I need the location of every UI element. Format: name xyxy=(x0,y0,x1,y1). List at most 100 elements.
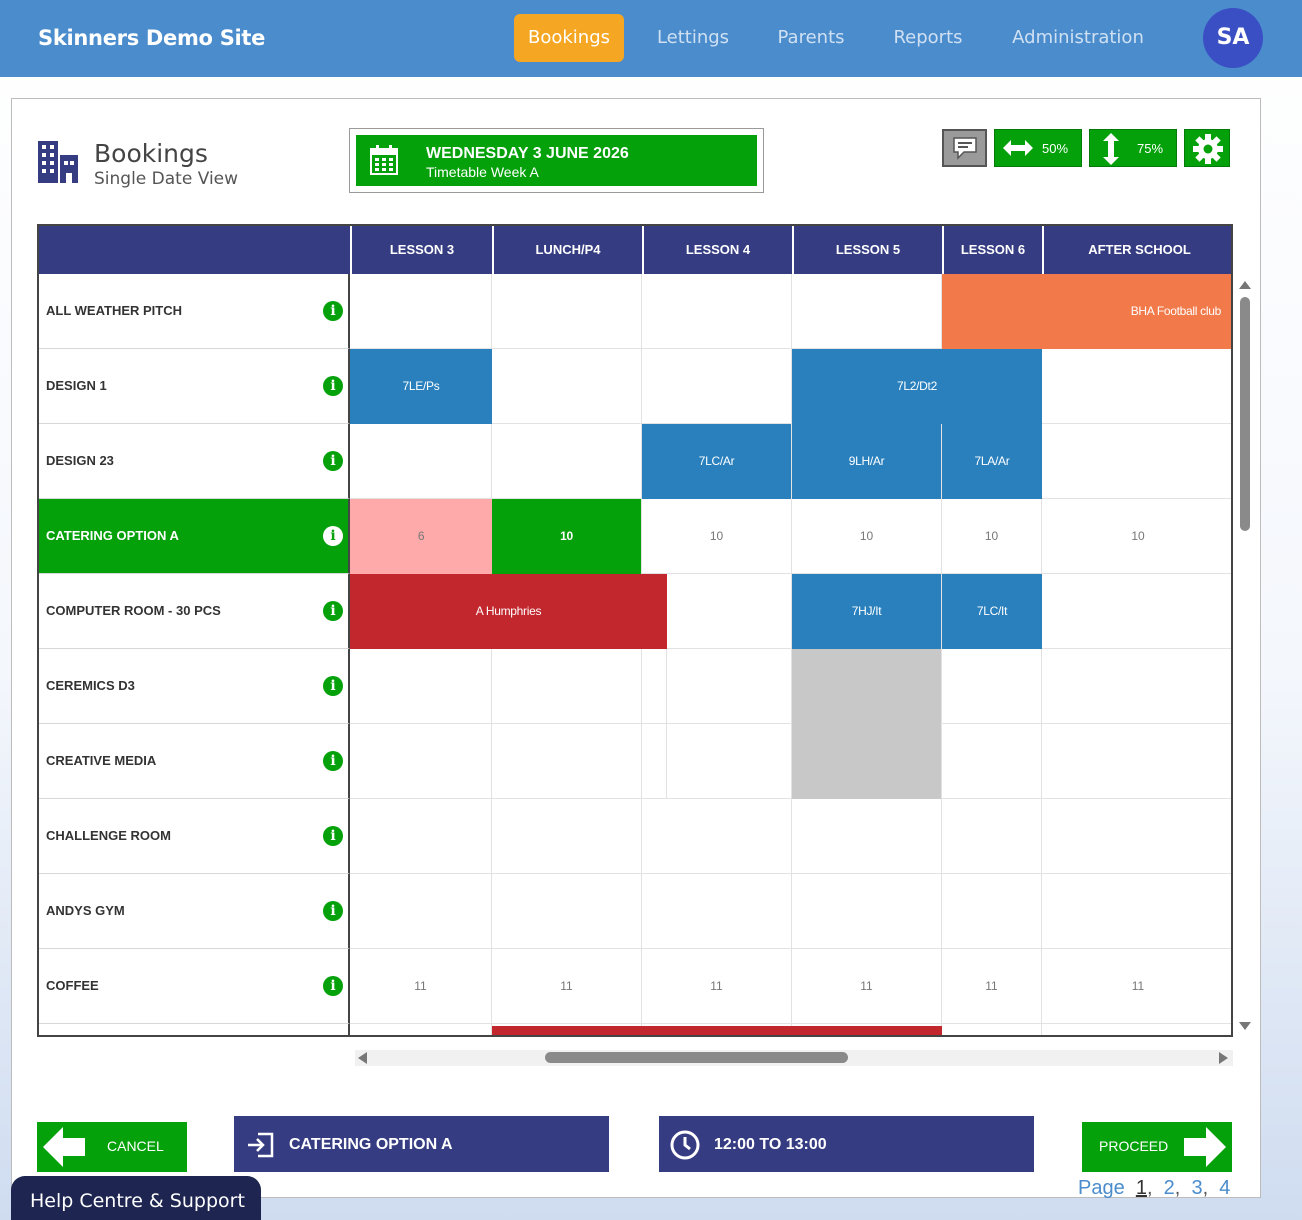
coffee-count-lesson6[interactable]: 11 xyxy=(942,949,1042,1024)
info-icon[interactable]: i xyxy=(323,526,343,546)
info-icon[interactable]: i xyxy=(323,976,343,996)
row-label-andys-gym[interactable]: ANDYS GYM i xyxy=(39,874,350,949)
empty-slot-cell[interactable] xyxy=(642,874,792,949)
coffee-count-lesson4[interactable]: 11 xyxy=(642,949,792,1024)
empty-slot-cell[interactable] xyxy=(350,799,492,874)
height-zoom-button[interactable]: 75% xyxy=(1089,129,1177,167)
booking-design1-lesson3[interactable]: 7LE/Ps xyxy=(350,349,492,424)
booking-design1-lesson5-6[interactable]: 7L2/Dt2 xyxy=(792,349,1042,424)
coffee-count-lesson3[interactable]: 11 xyxy=(350,949,492,1024)
row-label-catering-option-a[interactable]: CATERING OPTION Ai xyxy=(39,499,350,574)
empty-slot-cell[interactable] xyxy=(1042,349,1231,424)
comments-button[interactable] xyxy=(942,129,987,167)
empty-slot-cell[interactable] xyxy=(942,874,1042,949)
page-1[interactable]: 1 xyxy=(1136,1177,1147,1199)
booking-partial-row[interactable] xyxy=(492,1026,942,1035)
nav-administration[interactable]: Administration xyxy=(1002,14,1154,62)
info-icon[interactable]: i xyxy=(323,901,343,921)
width-zoom-label: 50% xyxy=(1042,141,1069,156)
info-icon[interactable]: i xyxy=(323,826,343,846)
empty-slot-cell[interactable] xyxy=(642,274,792,349)
empty-slot-cell[interactable] xyxy=(1042,649,1231,724)
vertical-scrollbar[interactable] xyxy=(1238,278,1252,1038)
catering-count-lesson4[interactable]: 10 xyxy=(642,499,792,574)
booking-design23-lesson5[interactable]: 9LH/Ar xyxy=(792,424,941,499)
cancel-button[interactable]: CANCEL xyxy=(37,1122,187,1172)
info-icon[interactable]: i xyxy=(323,751,343,771)
site-title[interactable]: Skinners Demo Site xyxy=(38,26,265,50)
proceed-button[interactable]: PROCEED xyxy=(1082,1122,1232,1172)
empty-slot-cell[interactable] xyxy=(942,724,1042,799)
booking-computer-room-lesson5[interactable]: 7HJ/It xyxy=(792,574,941,649)
empty-slot-cell[interactable] xyxy=(492,874,642,949)
width-zoom-button[interactable]: 50% xyxy=(994,129,1082,167)
nav-parents[interactable]: Parents xyxy=(768,14,854,62)
empty-slot-cell[interactable] xyxy=(942,799,1042,874)
empty-slot-cell[interactable] xyxy=(350,1024,492,1035)
empty-slot-cell[interactable] xyxy=(492,349,642,424)
nav-reports[interactable]: Reports xyxy=(884,14,972,62)
nav-lettings[interactable]: Lettings xyxy=(648,14,738,62)
row-label-creative-media[interactable]: CREATIVE MEDIA i xyxy=(39,724,350,799)
catering-count-lunch-selected[interactable]: 10 xyxy=(492,499,641,574)
booking-bha-football-club[interactable]: BHA Football club xyxy=(942,274,1231,349)
catering-count-after-school[interactable]: 10 xyxy=(1042,499,1231,574)
empty-slot-cell[interactable] xyxy=(1042,874,1231,949)
info-icon[interactable]: i xyxy=(323,451,343,471)
coffee-count-lunch[interactable]: 11 xyxy=(492,949,642,1024)
coffee-count-lesson5[interactable]: 11 xyxy=(792,949,942,1024)
date-picker-button[interactable]: WEDNESDAY 3 JUNE 2026 Timetable Week A xyxy=(356,135,757,186)
info-icon[interactable]: i xyxy=(323,676,343,696)
empty-slot-cell[interactable] xyxy=(492,724,642,799)
info-icon[interactable]: i xyxy=(323,376,343,396)
horizontal-scrollbar[interactable] xyxy=(355,1048,1233,1068)
empty-slot-cell[interactable] xyxy=(1042,799,1231,874)
catering-count-lesson3[interactable]: 6 xyxy=(350,499,492,574)
user-avatar[interactable]: SA xyxy=(1203,8,1263,68)
empty-slot-cell[interactable] xyxy=(1042,424,1231,499)
page-2[interactable]: 2 xyxy=(1164,1177,1175,1199)
empty-slot-cell[interactable] xyxy=(350,649,492,724)
empty-slot-cell[interactable] xyxy=(1042,574,1231,649)
nav-bookings[interactable]: Bookings xyxy=(514,14,624,62)
page-4[interactable]: 4 xyxy=(1219,1177,1230,1199)
row-label-computer-room[interactable]: COMPUTER ROOM - 30 PCS i xyxy=(39,574,350,649)
page-3[interactable]: 3 xyxy=(1191,1177,1202,1199)
settings-button[interactable] xyxy=(1184,129,1230,167)
booking-design23-lesson4[interactable]: 7LC/Ar xyxy=(642,424,791,499)
row-label-design-23[interactable]: DESIGN 23 i xyxy=(39,424,350,499)
empty-slot-cell[interactable] xyxy=(492,274,642,349)
empty-slot-cell[interactable] xyxy=(492,424,642,499)
empty-slot-cell[interactable] xyxy=(642,649,792,724)
empty-slot-cell[interactable] xyxy=(642,349,792,424)
empty-slot-cell[interactable] xyxy=(942,649,1042,724)
coffee-count-after-school[interactable]: 11 xyxy=(1042,949,1231,1024)
row-label-coffee[interactable]: COFFEE i xyxy=(39,949,350,1024)
empty-slot-cell[interactable] xyxy=(642,799,792,874)
info-icon[interactable]: i xyxy=(323,301,343,321)
empty-slot-cell[interactable] xyxy=(492,649,642,724)
empty-slot-cell[interactable] xyxy=(350,424,492,499)
booking-computer-room-lesson6[interactable]: 7LC/It xyxy=(942,574,1042,649)
catering-count-lesson6[interactable]: 10 xyxy=(942,499,1042,574)
empty-slot-cell[interactable] xyxy=(792,799,942,874)
empty-slot-cell[interactable] xyxy=(642,724,792,799)
empty-slot-cell[interactable] xyxy=(492,799,642,874)
catering-count-lesson5[interactable]: 10 xyxy=(792,499,942,574)
help-centre-button[interactable]: Help Centre & Support xyxy=(11,1176,261,1220)
row-label-challenge-room[interactable]: CHALLENGE ROOM i xyxy=(39,799,350,874)
empty-slot-cell[interactable] xyxy=(1042,1024,1231,1035)
empty-slot-cell[interactable] xyxy=(1042,724,1231,799)
empty-slot-cell[interactable] xyxy=(350,874,492,949)
row-label-design-1[interactable]: DESIGN 1i xyxy=(39,349,350,424)
empty-slot-cell[interactable] xyxy=(942,1024,1042,1035)
empty-slot-cell[interactable] xyxy=(792,274,942,349)
booking-design23-lesson6[interactable]: 7LA/Ar xyxy=(942,424,1042,499)
empty-slot-cell[interactable] xyxy=(350,274,492,349)
empty-slot-cell[interactable] xyxy=(350,724,492,799)
booking-a-humphries[interactable]: A Humphries xyxy=(350,574,667,649)
empty-slot-cell[interactable] xyxy=(792,874,942,949)
row-label-ceremics-d3[interactable]: CEREMICS D3 i xyxy=(39,649,350,724)
row-label-all-weather-pitch[interactable]: ALL WEATHER PITCH i xyxy=(39,274,350,349)
info-icon[interactable]: i xyxy=(323,601,343,621)
